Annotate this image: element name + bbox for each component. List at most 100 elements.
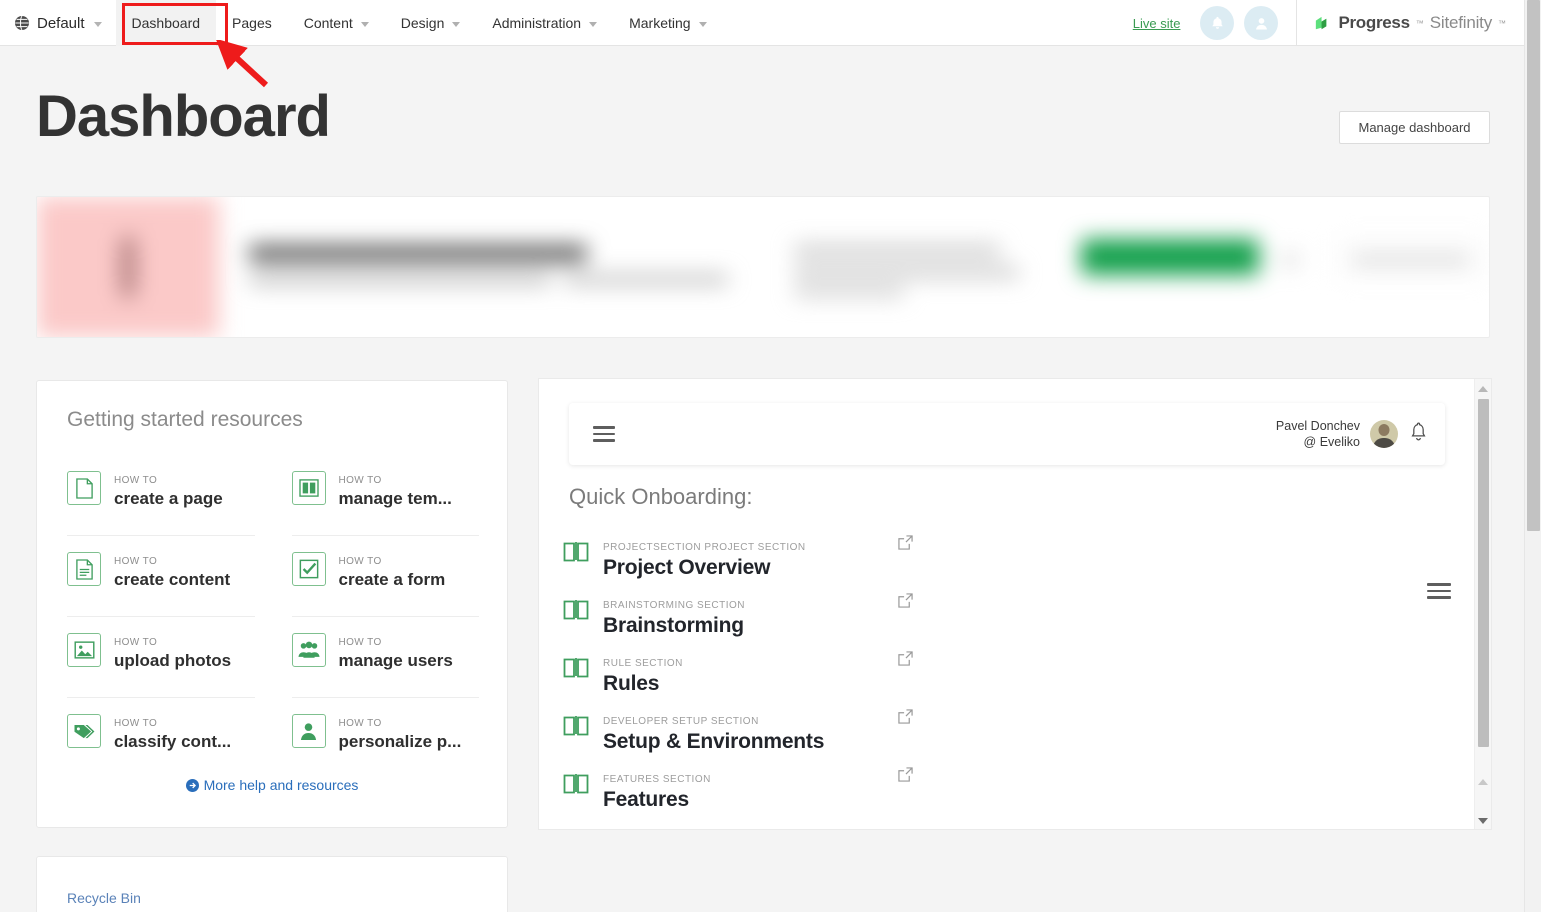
list-item[interactable]: DEVELOPER SETUP SECTION Setup & Environm…	[563, 701, 1451, 759]
person-icon	[291, 714, 326, 748]
manage-dashboard-button[interactable]: Manage dashboard	[1339, 111, 1490, 144]
template-icon	[291, 471, 326, 505]
list-item-kicker: BRAINSTORMING SECTION	[603, 600, 745, 611]
banner-primary-button[interactable]	[1081, 239, 1259, 275]
resource-kicker: HOW TO	[338, 556, 382, 567]
resource-kicker: HOW TO	[114, 637, 158, 648]
avatar[interactable]	[1370, 420, 1398, 448]
page-viewport: Default Dashboard Pages Content Design A…	[0, 0, 1524, 912]
chevron-down-icon	[360, 21, 369, 27]
list-item-text: FEATURES SECTION Features	[603, 759, 711, 813]
notifications-button[interactable]	[1200, 6, 1235, 40]
external-link-icon[interactable]	[898, 651, 913, 671]
book-icon	[563, 541, 589, 568]
resource-classify-content[interactable]: HOW TO classify cont...	[67, 698, 255, 779]
site-selector[interactable]: Default	[0, 0, 116, 46]
nav-item-label: Dashboard	[131, 15, 201, 31]
checkbox-icon	[291, 552, 326, 586]
nav-item-content[interactable]: Content	[288, 0, 385, 46]
arrow-right-circle-icon	[185, 779, 199, 795]
page-icon	[67, 471, 101, 505]
resource-kicker: HOW TO	[114, 475, 158, 486]
resource-personalize-pages[interactable]: HOW TO personalize p...	[291, 698, 480, 779]
chevron-down-icon	[452, 21, 461, 27]
nav-item-dashboard[interactable]: Dashboard	[115, 0, 217, 46]
more-help-label: More help and resources	[203, 777, 359, 793]
book-icon	[563, 715, 589, 742]
nav-item-label: Content	[303, 15, 353, 31]
resource-create-a-form[interactable]: HOW TO create a form	[291, 536, 479, 617]
document-icon	[67, 552, 101, 586]
resource-manage-users[interactable]: HOW TO manage users	[291, 617, 479, 698]
resource-upload-photos[interactable]: HOW TO upload photos	[67, 617, 255, 698]
resource-text: HOW TO manage tem...	[339, 469, 452, 510]
site-selector-label: Default	[37, 14, 85, 32]
external-link-icon[interactable]	[898, 767, 913, 787]
resource-label: create content	[114, 570, 231, 589]
widget-scrollbar-thumb[interactable]	[1478, 399, 1489, 747]
resource-text: HOW TO classify cont...	[114, 712, 231, 753]
scroll-mid-arrow-icon	[1478, 779, 1488, 785]
resource-create-a-page[interactable]: HOW TO create a page	[67, 455, 255, 536]
quick-onboarding-widget: Pavel Donchev @ Eveliko Quick Onboarding…	[538, 378, 1492, 830]
resource-kicker: HOW TO	[338, 475, 382, 486]
nav-item-marketing[interactable]: Marketing	[613, 0, 722, 46]
resource-label: manage users	[338, 651, 453, 670]
list-item-title: Rules	[603, 672, 660, 695]
list-item-kicker: DEVELOPER SETUP SECTION	[603, 716, 759, 727]
nav-item-design[interactable]: Design	[385, 0, 477, 46]
nav-item-label: Administration	[492, 15, 582, 31]
list-item-title: Project Overview	[603, 556, 771, 579]
banner-alert-icon	[37, 197, 219, 337]
list-item[interactable]: RULE SECTION Rules	[563, 643, 1451, 701]
recycle-bin-link[interactable]: Recycle Bin	[67, 890, 141, 906]
widget-content: Pavel Donchev @ Eveliko Quick Onboarding…	[539, 379, 1475, 829]
list-item[interactable]: PROJECTSECTION PROJECT SECTION Project O…	[563, 527, 1451, 585]
book-icon	[563, 773, 589, 800]
scroll-down-arrow-icon[interactable]	[1478, 818, 1488, 824]
widget-user-block[interactable]: Pavel Donchev @ Eveliko	[1276, 418, 1429, 450]
chevron-down-icon	[93, 21, 102, 27]
bell-icon[interactable]	[1408, 420, 1429, 449]
resource-label: personalize p...	[338, 732, 462, 751]
more-help-and-resources-link[interactable]: More help and resources	[37, 777, 507, 795]
chevron-down-icon	[698, 21, 707, 27]
chevron-down-icon	[589, 21, 598, 27]
globe-icon	[14, 15, 30, 31]
list-item-text: DEVELOPER SETUP SECTION Setup & Environm…	[603, 701, 824, 755]
resource-text: HOW TO create content	[114, 550, 230, 591]
widget-side-hamburger-menu-icon[interactable]	[1427, 579, 1451, 603]
resource-manage-templates[interactable]: HOW TO manage tem...	[291, 455, 479, 536]
external-link-icon[interactable]	[898, 535, 913, 555]
user-avatar-icon	[1253, 15, 1270, 32]
live-site-link[interactable]: Live site	[1133, 16, 1181, 31]
account-button[interactable]	[1244, 6, 1279, 40]
external-link-icon[interactable]	[898, 593, 913, 613]
external-link-icon[interactable]	[898, 709, 913, 729]
nav-item-pages[interactable]: Pages	[216, 0, 288, 46]
page-title: Dashboard	[36, 84, 331, 149]
resource-kicker: HOW TO	[338, 718, 382, 729]
recycle-bin-card: Recycle Bin	[36, 856, 508, 912]
nav-right-group: Live site Progress ™ Sitefinity ™	[1133, 0, 1524, 46]
list-item-text: PROJECTSECTION PROJECT SECTION Project O…	[603, 527, 806, 581]
nav-item-administration[interactable]: Administration	[476, 0, 613, 46]
list-item-kicker: PROJECTSECTION PROJECT SECTION	[603, 542, 806, 553]
hamburger-menu-icon[interactable]	[593, 422, 615, 446]
widget-user-text: Pavel Donchev @ Eveliko	[1276, 418, 1360, 450]
page-scrollbar[interactable]	[1524, 0, 1541, 912]
page-scrollbar-thumb[interactable]	[1527, 0, 1540, 531]
list-item-title: Features	[603, 788, 689, 811]
notification-banner[interactable]	[36, 196, 1490, 338]
app-root: Default Dashboard Pages Content Design A…	[0, 0, 1541, 912]
nav-item-label: Marketing	[629, 15, 691, 31]
widget-scrollbar[interactable]	[1474, 379, 1491, 829]
brand-trademark: ™	[1415, 18, 1424, 28]
resource-label: upload photos	[114, 651, 232, 670]
resource-create-content[interactable]: HOW TO create content	[67, 536, 255, 617]
resource-text: HOW TO create a page	[114, 469, 223, 510]
list-item[interactable]: FEATURES SECTION Features	[563, 759, 1451, 817]
scroll-up-arrow-icon[interactable]	[1478, 386, 1488, 392]
list-item[interactable]: BRAINSTORMING SECTION Brainstorming	[563, 585, 1451, 643]
progress-logo-icon	[1313, 14, 1332, 33]
